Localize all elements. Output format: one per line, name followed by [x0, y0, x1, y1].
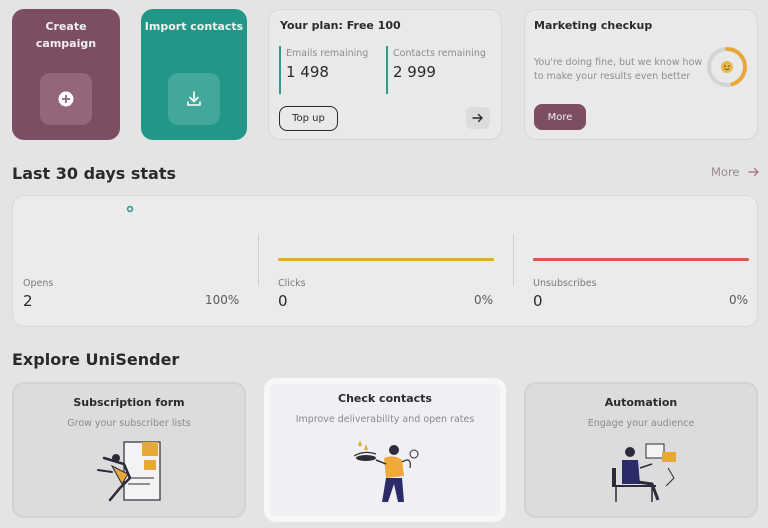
smiley-icon	[721, 61, 733, 73]
unsubscribes-line	[533, 258, 749, 261]
check-contacts-title: Check contacts	[338, 392, 432, 405]
emails-remaining-value: 1 498	[286, 63, 329, 81]
stats-title: Last 30 days stats	[12, 164, 176, 183]
check-contacts-illustration	[353, 440, 419, 502]
create-campaign-label: Create campaign	[35, 20, 97, 50]
opens-label: Opens	[23, 278, 54, 289]
emails-remaining-label: Emails remaining	[286, 48, 369, 59]
marketing-checkup-card: Marketing checkup You're doing fine, but…	[524, 9, 758, 140]
plan-arrow-button[interactable]	[466, 107, 490, 129]
unsubscribes-percent: 0%	[729, 293, 749, 307]
arrow-right-icon	[472, 113, 483, 123]
clicks-percent: 0%	[474, 293, 494, 307]
clicks-value: 0	[278, 292, 288, 310]
emails-remaining: Emails remaining 1 498	[279, 46, 368, 94]
explore-card-automation[interactable]: Automation Engage your audience	[524, 382, 758, 518]
subscription-form-illustration	[97, 441, 161, 502]
plus-circle-icon	[58, 91, 74, 107]
clicks-label: Clicks	[278, 278, 306, 289]
subscription-form-subtitle: Grow your subscriber lists	[67, 418, 191, 429]
contacts-remaining-label: Contacts remaining	[393, 48, 486, 59]
stats-more-label: More	[711, 165, 740, 179]
subscription-form-title: Subscription form	[73, 396, 185, 409]
automation-title: Automation	[604, 396, 678, 409]
explore-title: Explore UniSender	[12, 350, 180, 369]
import-contacts-label: Import contacts	[144, 20, 244, 33]
arrow-right-icon	[747, 167, 759, 177]
plan-card: Your plan: Free 100 Emails remaining 1 4…	[268, 9, 502, 140]
stats-panel: Opens 2 100% Clicks 0 0% Unsubscribes 0 …	[12, 195, 758, 327]
opens-percent: 100%	[205, 293, 240, 307]
marketing-checkup-title: Marketing checkup	[534, 19, 653, 32]
create-campaign-button[interactable]	[40, 73, 92, 125]
explore-card-subscription-form[interactable]: Subscription form Grow your subscriber l…	[12, 382, 246, 518]
stats-divider	[258, 234, 259, 286]
opens-data-point	[126, 205, 134, 213]
top-up-button[interactable]: Top up	[279, 106, 338, 131]
marketing-checkup-description: You're doing fine, but we know how to ma…	[534, 57, 703, 82]
clicks-line	[278, 258, 494, 261]
automation-subtitle: Engage your audience	[587, 418, 695, 429]
unsubscribes-label: Unsubscribes	[533, 278, 597, 289]
contacts-remaining-value: 2 999	[393, 63, 436, 81]
stats-divider	[513, 234, 514, 286]
explore-card-check-contacts[interactable]: Check contacts Improve deliverability an…	[264, 378, 506, 522]
import-contacts-button[interactable]	[168, 73, 220, 125]
plan-title: Your plan: Free 100	[280, 19, 401, 32]
automation-illustration	[612, 443, 676, 502]
create-campaign-card[interactable]: Create campaign	[12, 9, 120, 140]
download-icon	[187, 91, 201, 106]
unsubscribes-value: 0	[533, 292, 543, 310]
check-contacts-subtitle: Improve deliverability and open rates	[295, 414, 475, 425]
checkup-gauge	[707, 47, 747, 87]
contacts-remaining: Contacts remaining 2 999	[386, 46, 486, 94]
opens-value: 2	[23, 292, 33, 310]
stats-more-link[interactable]: More	[711, 165, 760, 179]
checkup-more-button[interactable]: More	[534, 104, 586, 130]
import-contacts-card[interactable]: Import contacts	[141, 9, 247, 140]
